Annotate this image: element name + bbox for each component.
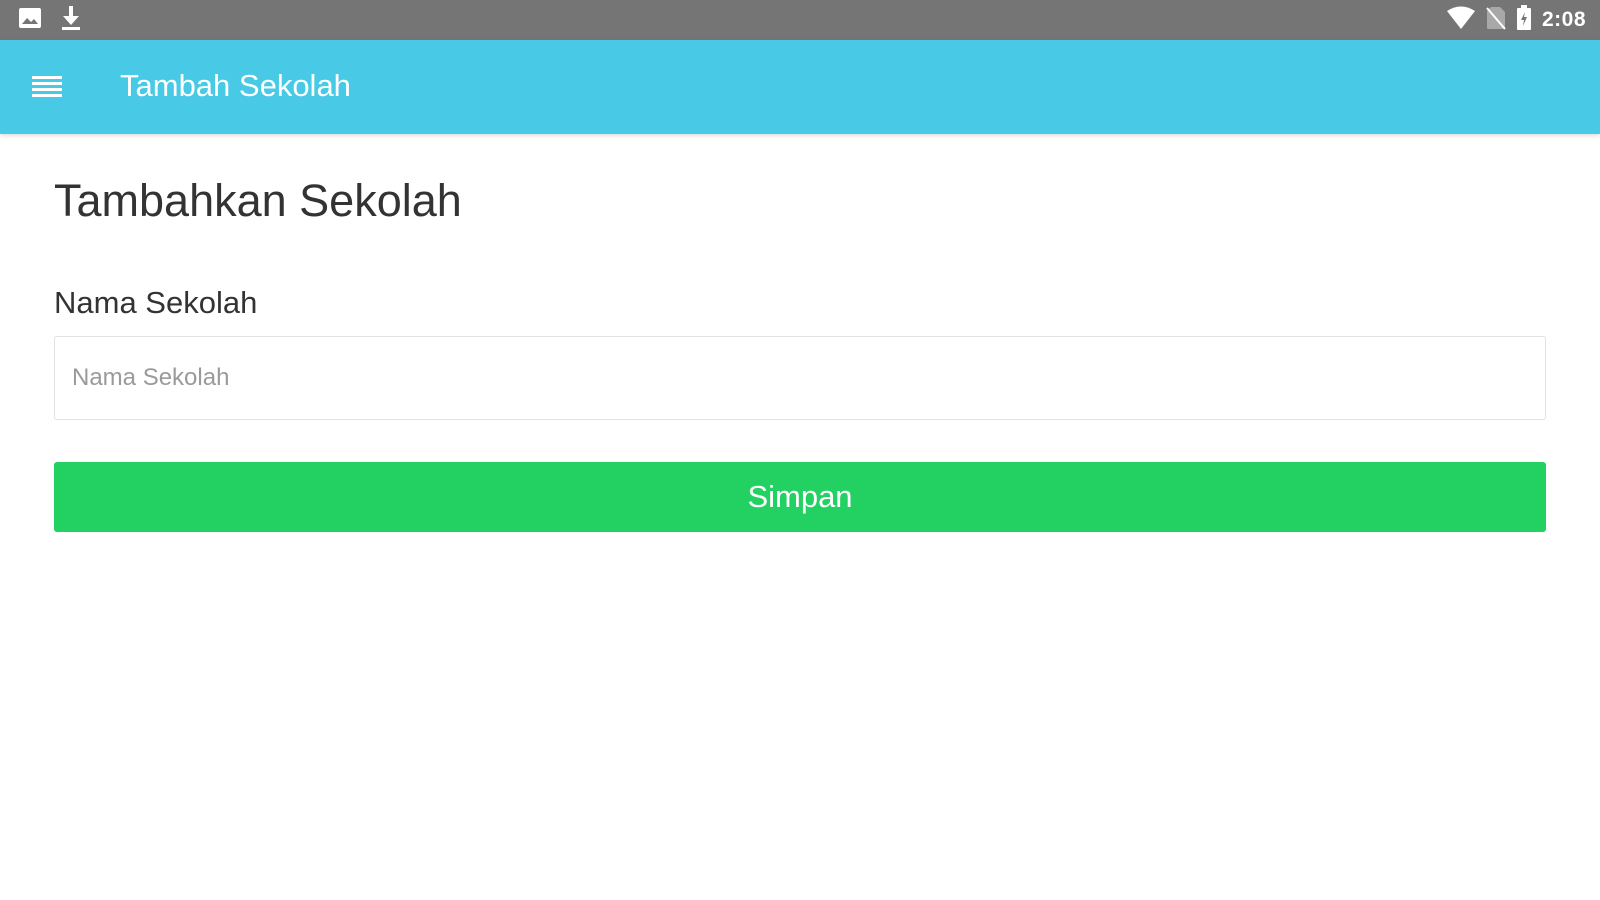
no-sim-icon [1486,6,1506,35]
school-name-label: Nama Sekolah [54,285,258,320]
download-icon [60,5,82,36]
menu-icon[interactable] [32,76,62,100]
school-name-input[interactable] [54,336,1546,420]
app-bar: Tambah Sekolah [0,40,1600,134]
app-bar-title: Tambah Sekolah [120,68,351,103]
status-left-icons [18,0,82,40]
status-right-icons: 2:08 [1446,0,1586,40]
save-button[interactable]: Simpan [54,462,1546,532]
status-bar: 2:08 [0,0,1600,40]
image-icon [18,7,42,34]
page-title: Tambahkan Sekolah [54,175,462,226]
wifi-icon [1446,6,1476,35]
status-time: 2:08 [1541,8,1586,31]
battery-icon [1516,4,1532,36]
